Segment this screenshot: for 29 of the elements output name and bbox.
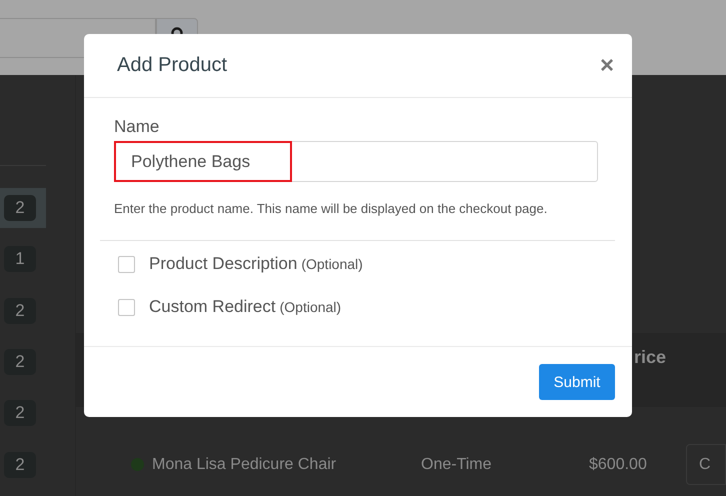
submit-button[interactable]: Submit <box>539 364 615 400</box>
sidebar-item[interactable]: 2 <box>0 393 46 434</box>
optional-note: (Optional) <box>280 299 342 315</box>
checkbox[interactable] <box>118 256 135 272</box>
column-header: rice <box>634 347 666 368</box>
sidebar-item[interactable]: 2 <box>0 188 46 228</box>
count-badge: 2 <box>4 194 36 221</box>
row-action-button[interactable]: C <box>686 444 726 485</box>
field-label: Name <box>114 117 160 137</box>
table-cell-text: One-Time <box>421 456 493 474</box>
help-text: Enter the product name. This name will be displayed on the checkout page. <box>114 201 548 216</box>
count-badge: 2 <box>4 348 36 375</box>
count-badge: 2 <box>4 298 36 324</box>
count-badge: 1 <box>4 246 36 272</box>
option-label[interactable]: Custom Redirect <box>149 297 276 317</box>
optional-note: (Optional) <box>301 256 363 272</box>
sidebar-item[interactable]: 1 <box>0 238 46 280</box>
count-badge: 2 <box>4 400 36 426</box>
table-cell-text: Mona Lisa Pedicure Chair <box>152 456 338 474</box>
checkbox[interactable] <box>118 298 135 316</box>
sidebar-item[interactable]: 2 <box>0 444 46 486</box>
search-icon <box>171 27 183 34</box>
close-button[interactable]: × <box>598 52 616 80</box>
sidebar-item[interactable]: 2 <box>0 342 46 382</box>
option-label[interactable]: Product Description <box>149 254 298 274</box>
dialog-title: Add Product <box>117 54 228 77</box>
count-badge: 2 <box>4 452 36 478</box>
table-cell-text: $600.00 <box>589 456 648 474</box>
sidebar-item[interactable]: 2 <box>0 290 46 331</box>
